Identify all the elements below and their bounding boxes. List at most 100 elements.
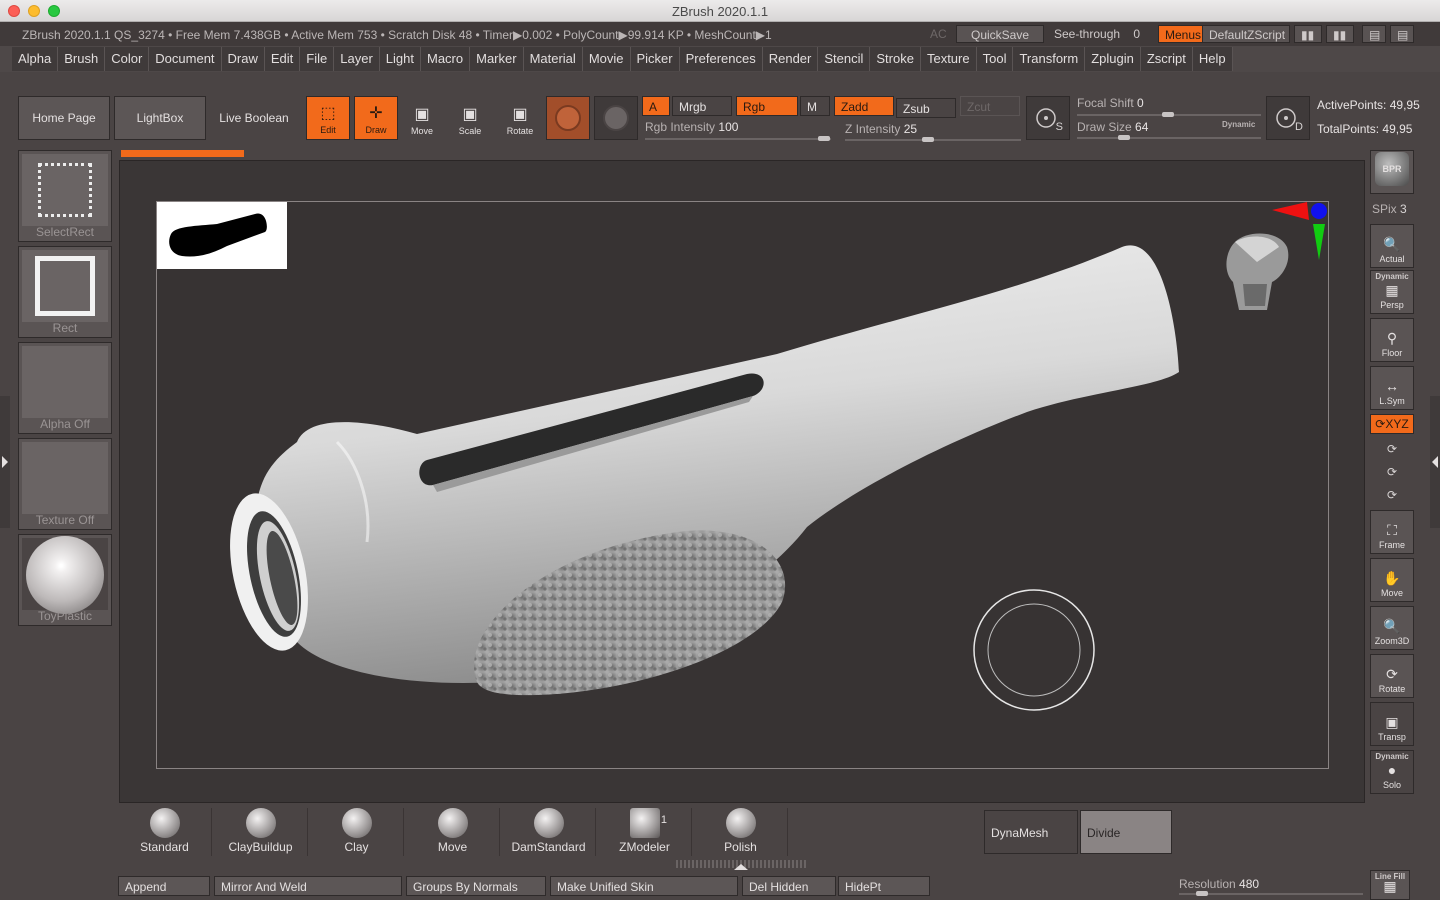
hidept-button[interactable]: HidePt bbox=[838, 876, 930, 896]
menu-draw[interactable]: Draw bbox=[221, 47, 265, 71]
mirror-and-weld-button[interactable]: Mirror And Weld bbox=[214, 876, 402, 896]
make-unified-skin-button[interactable]: Make Unified Skin bbox=[550, 876, 738, 896]
divide-button[interactable]: Divide bbox=[1080, 810, 1172, 854]
xyz-rotation-toggle[interactable]: ⟳ XYZ bbox=[1370, 414, 1414, 434]
quicksave-button[interactable]: QuickSave bbox=[956, 25, 1044, 43]
menu-render[interactable]: Render bbox=[762, 47, 819, 71]
shelf-resize-handle[interactable] bbox=[676, 860, 806, 870]
draw-size-knob[interactable] bbox=[1118, 135, 1130, 140]
dynamesh-button[interactable]: DynaMesh bbox=[984, 810, 1078, 854]
menu-edit[interactable]: Edit bbox=[264, 47, 301, 71]
selectrect-brush-button[interactable]: SelectRect bbox=[18, 150, 112, 242]
line-fill-button[interactable]: Line Fill ▦ bbox=[1370, 870, 1410, 900]
live-boolean-button[interactable]: Live Boolean bbox=[208, 96, 300, 140]
lsym-button[interactable]: ↔ L.Sym bbox=[1370, 366, 1414, 410]
lightbox-button[interactable]: LightBox bbox=[114, 96, 206, 140]
focal-shift-slider[interactable]: Focal Shift 0 bbox=[1077, 96, 1144, 110]
menu-alpha[interactable]: Alpha bbox=[12, 47, 59, 71]
floor-button[interactable]: ⚲ Floor bbox=[1370, 318, 1414, 362]
z-intensity-slider[interactable]: Z Intensity 25 bbox=[845, 122, 917, 136]
rgb-intensity-knob[interactable] bbox=[818, 136, 830, 141]
material-sphere-button[interactable] bbox=[546, 96, 590, 140]
m-toggle[interactable]: M bbox=[800, 96, 830, 116]
default-zscript-button[interactable]: DefaultZScript bbox=[1202, 25, 1290, 43]
toggle-icon[interactable]: ▮▮ bbox=[1326, 25, 1354, 43]
menu-light[interactable]: Light bbox=[379, 47, 421, 71]
canvas-frame[interactable] bbox=[156, 201, 1329, 769]
layout-icon[interactable]: ▤ bbox=[1362, 25, 1386, 43]
alpha-button[interactable]: Alpha Off bbox=[18, 342, 112, 434]
layout-icon[interactable]: ▤ bbox=[1390, 25, 1414, 43]
zadd-toggle[interactable]: Zadd bbox=[834, 96, 894, 116]
brush-standard[interactable]: Standard bbox=[118, 808, 212, 856]
draw-mode-button[interactable]: ✛ Draw bbox=[354, 96, 398, 140]
menu-layer[interactable]: Layer bbox=[334, 47, 380, 71]
menu-document[interactable]: Document bbox=[149, 47, 222, 71]
groups-by-normals-button[interactable]: Groups By Normals bbox=[406, 876, 546, 896]
seethrough-slider[interactable]: See-through 0 bbox=[1048, 25, 1146, 43]
del-hidden-button[interactable]: Del Hidden bbox=[742, 876, 836, 896]
menu-zscript[interactable]: Zscript bbox=[1140, 47, 1193, 71]
model-navigation-thumbnail[interactable] bbox=[157, 202, 287, 269]
brush-damstandard[interactable]: DamStandard bbox=[502, 808, 596, 856]
menu-tool[interactable]: Tool bbox=[976, 47, 1014, 71]
menu-stroke[interactable]: Stroke bbox=[870, 47, 921, 71]
grip-model[interactable] bbox=[157, 202, 1328, 768]
menu-brush[interactable]: Brush bbox=[58, 47, 106, 71]
menu-texture[interactable]: Texture bbox=[920, 47, 977, 71]
menu-transform[interactable]: Transform bbox=[1013, 47, 1086, 71]
mrgb-toggle[interactable]: Mrgb bbox=[672, 96, 732, 116]
orientation-head-icon[interactable] bbox=[1226, 233, 1289, 310]
menu-file[interactable]: File bbox=[300, 47, 335, 71]
z-rotation-toggle[interactable]: ⟳ bbox=[1370, 461, 1414, 483]
resolution-slider[interactable]: Resolution 480 bbox=[1179, 877, 1259, 891]
menu-macro[interactable]: Macro bbox=[420, 47, 471, 71]
brush-claybuildup[interactable]: ClayBuildup bbox=[214, 808, 308, 856]
frame-button[interactable]: ⛶ Frame bbox=[1370, 510, 1414, 554]
rgb-intensity-slider[interactable]: Rgb Intensity 100 bbox=[645, 120, 738, 134]
persp-button[interactable]: Dynamic ▦ Persp bbox=[1370, 270, 1414, 314]
rgb-toggle[interactable]: Rgb bbox=[736, 96, 798, 116]
spix-slider[interactable]: SPix 3 bbox=[1370, 198, 1410, 220]
zoom3d-button[interactable]: 🔍 Zoom3D bbox=[1370, 606, 1414, 650]
rotate-view-button[interactable]: ⟳ Rotate bbox=[1370, 654, 1414, 698]
texture-sphere-button[interactable] bbox=[594, 96, 638, 140]
solo-button[interactable]: Dynamic ● Solo bbox=[1370, 750, 1414, 794]
home-page-button[interactable]: Home Page bbox=[18, 96, 110, 140]
rect-stroke-button[interactable]: Rect bbox=[18, 246, 112, 338]
zsub-toggle[interactable]: Zsub bbox=[896, 98, 956, 118]
transp-button[interactable]: ▣ Transp bbox=[1370, 702, 1414, 746]
toggle-icon[interactable]: ▮▮ bbox=[1294, 25, 1322, 43]
document-viewport[interactable] bbox=[119, 160, 1365, 803]
rotate-mode-button[interactable]: ▣ Rotate bbox=[498, 96, 542, 140]
texture-button[interactable]: Texture Off bbox=[18, 438, 112, 530]
menus-toggle[interactable]: Menus bbox=[1158, 25, 1209, 43]
menu-stencil[interactable]: Stencil bbox=[818, 47, 871, 71]
menu-movie[interactable]: Movie bbox=[582, 47, 631, 71]
append-button[interactable]: Append bbox=[118, 876, 210, 896]
brush-clay[interactable]: Clay bbox=[310, 808, 404, 856]
x-rotation-toggle[interactable]: ⟳ bbox=[1370, 484, 1414, 506]
d-brush-button[interactable]: D bbox=[1266, 96, 1310, 140]
z-intensity-knob[interactable] bbox=[922, 137, 934, 142]
brush-move[interactable]: Move bbox=[406, 808, 500, 856]
actual-button[interactable]: 🔍 Actual bbox=[1370, 224, 1414, 268]
brush-zmodeler[interactable]: ZModeler 1 bbox=[598, 808, 692, 856]
right-tray-toggle[interactable] bbox=[1430, 396, 1440, 528]
zcut-toggle[interactable]: Zcut bbox=[960, 96, 1020, 116]
material-button[interactable]: ToyPlastic bbox=[18, 534, 112, 626]
focal-shift-knob[interactable] bbox=[1162, 112, 1174, 117]
menu-picker[interactable]: Picker bbox=[630, 47, 680, 71]
a-toggle[interactable]: A bbox=[642, 96, 670, 116]
brush-polish[interactable]: Polish bbox=[694, 808, 788, 856]
s-brush-button[interactable]: S bbox=[1026, 96, 1070, 140]
move-view-button[interactable]: ✋ Move bbox=[1370, 558, 1414, 602]
resolution-knob[interactable] bbox=[1196, 891, 1208, 896]
menu-marker[interactable]: Marker bbox=[470, 47, 524, 71]
draw-size-slider[interactable]: Draw Size 64 bbox=[1077, 120, 1148, 134]
y-rotation-toggle[interactable]: ⟳ bbox=[1370, 438, 1414, 460]
bpr-render-button[interactable]: BPR bbox=[1370, 150, 1414, 194]
scale-mode-button[interactable]: ▣ Scale bbox=[448, 96, 492, 140]
menu-color[interactable]: Color bbox=[105, 47, 150, 71]
menu-help[interactable]: Help bbox=[1192, 47, 1233, 71]
